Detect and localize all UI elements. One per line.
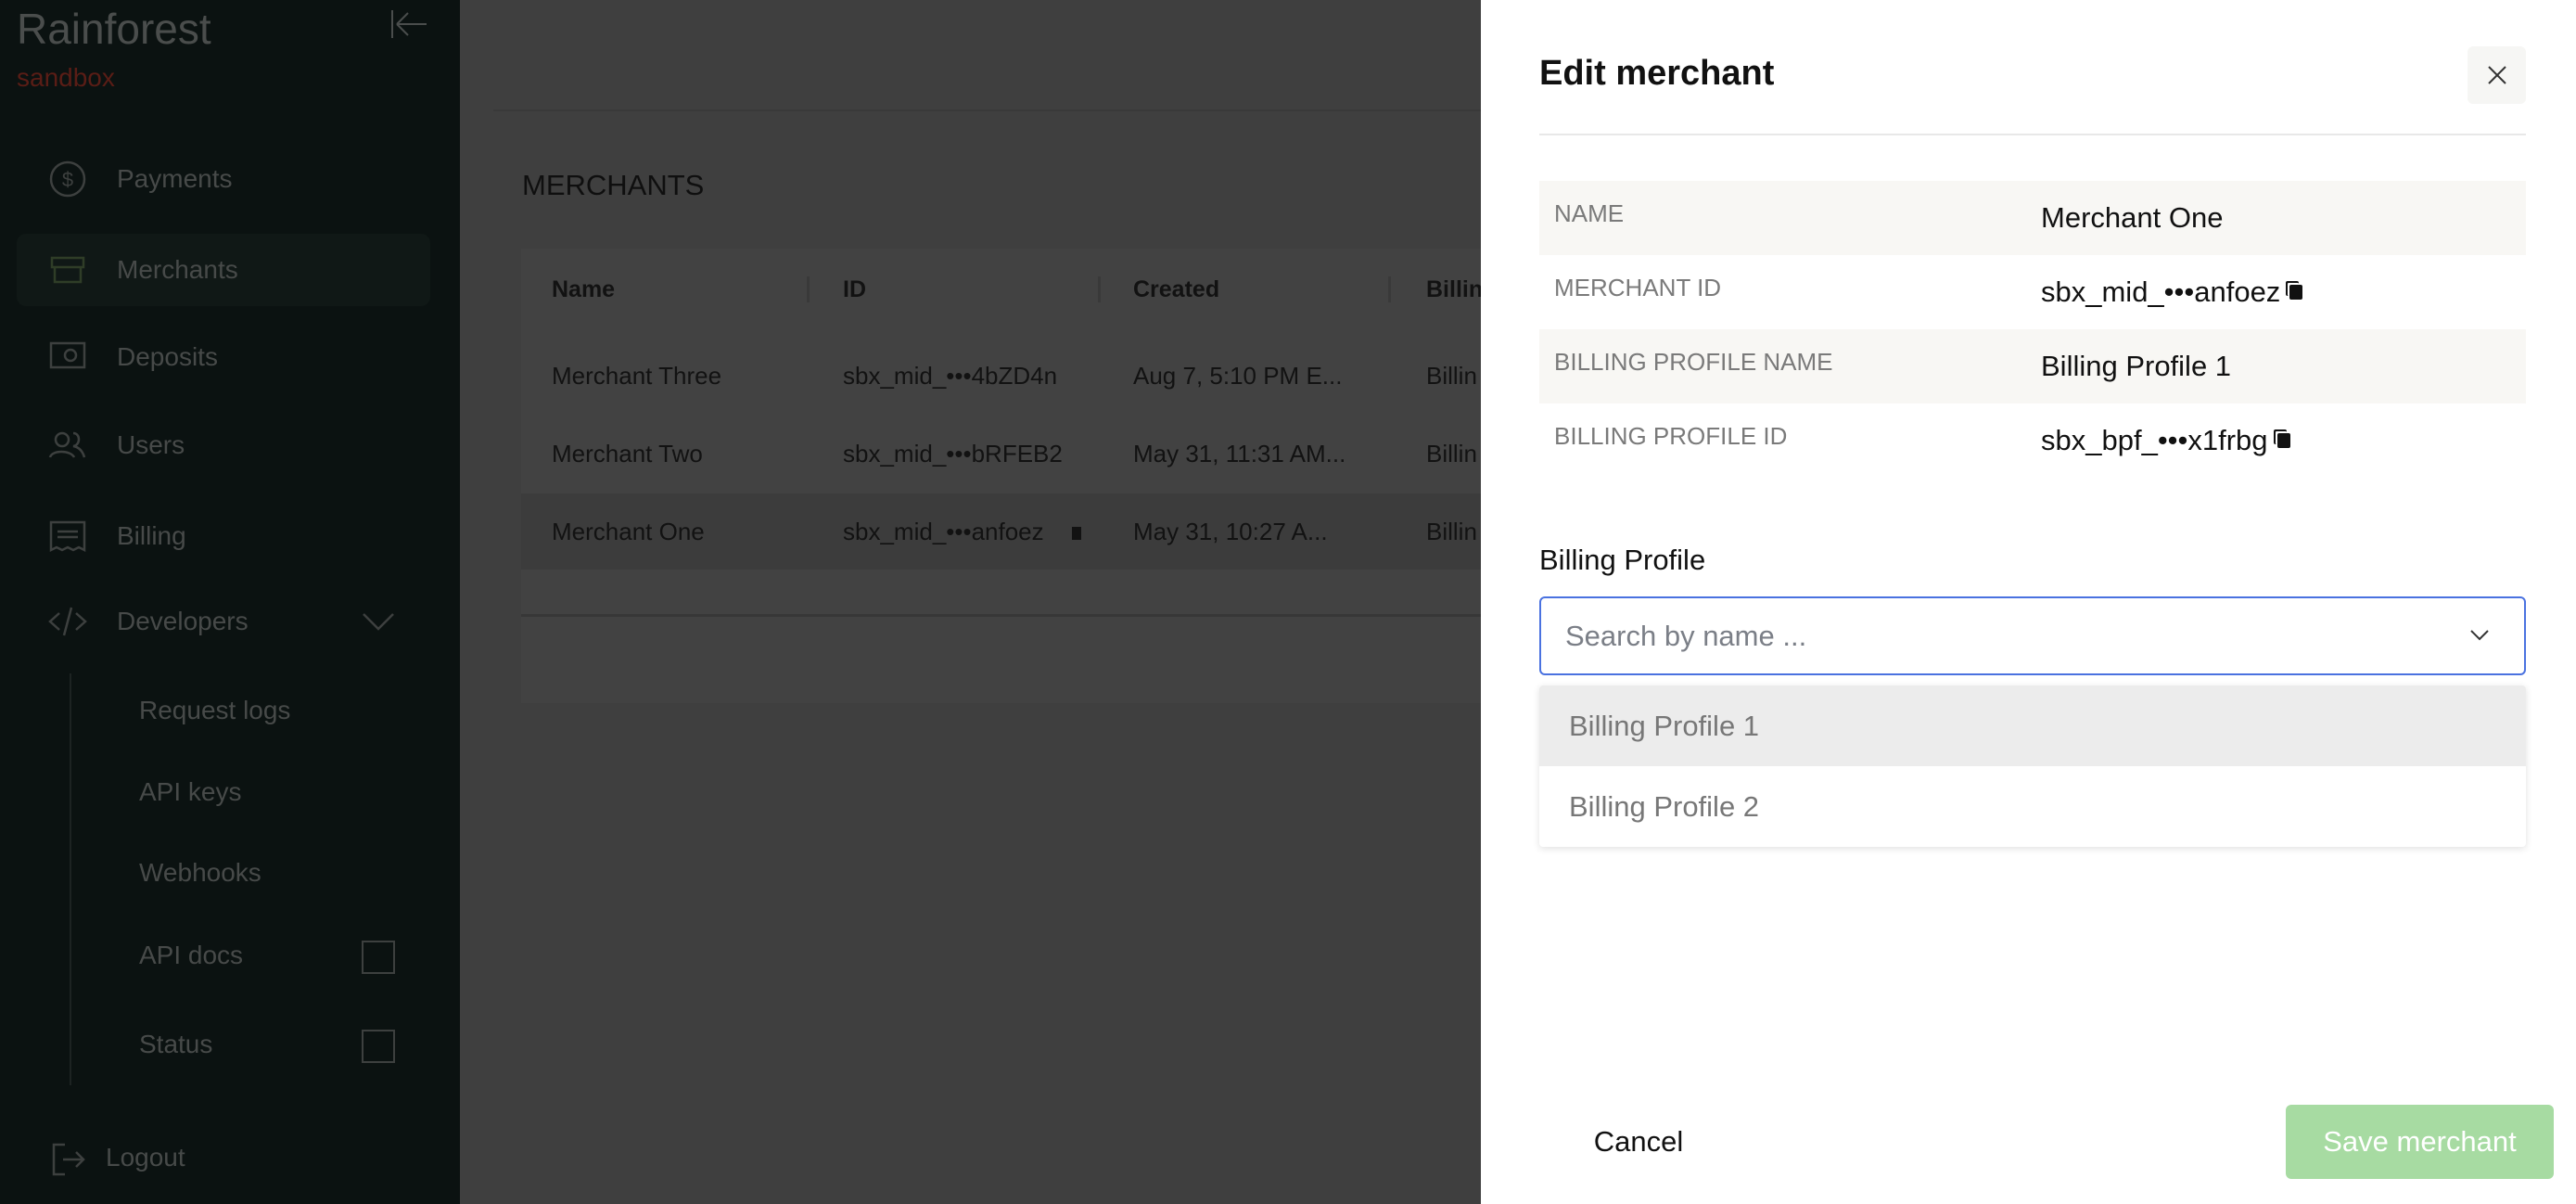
- detail-row-merchant-id: MERCHANT ID sbx_mid_•••anfoez: [1539, 255, 2526, 329]
- option-billing-profile-1[interactable]: Billing Profile 1: [1539, 685, 2526, 766]
- sidebar-item-status[interactable]: Status: [139, 1030, 417, 1067]
- cell-billing: Billin: [1426, 440, 1477, 468]
- sidebar-item-merchants[interactable]: Merchants: [17, 234, 430, 306]
- detail-value: Merchant One: [2041, 201, 2224, 234]
- sidebar: Rainforest sandbox $ Payments Merchants …: [0, 0, 460, 1204]
- table-row[interactable]: Merchant Two sbx_mid_•••bRFEB2 May 31, 1…: [521, 416, 1481, 492]
- detail-row-billing-profile-id: BILLING PROFILE ID sbx_bpf_•••x1frbg: [1539, 403, 2526, 478]
- sidebar-item-label: API docs: [139, 941, 244, 969]
- sidebar-item-api-keys[interactable]: API keys: [139, 777, 241, 807]
- submenu-line: [70, 673, 71, 1085]
- sidebar-item-label: Users: [117, 430, 185, 459]
- chevron-down-icon[interactable]: [360, 610, 397, 633]
- logout-label: Logout: [106, 1143, 185, 1172]
- detail-label: BILLING PROFILE NAME: [1554, 348, 1833, 376]
- column-header-id[interactable]: ID: [843, 276, 866, 303]
- storefront-icon: [50, 256, 85, 284]
- table-footer-divider: [521, 614, 1481, 617]
- svg-text:$: $: [62, 168, 73, 191]
- sidebar-item-request-logs[interactable]: Request logs: [139, 696, 290, 725]
- sidebar-item-label: Billing: [117, 521, 186, 550]
- sidebar-item-label: Payments: [117, 164, 233, 193]
- option-billing-profile-2[interactable]: Billing Profile 2: [1539, 766, 2526, 847]
- sidebar-item-label: Status: [139, 1030, 213, 1058]
- close-icon: [2487, 66, 2506, 84]
- header-divider: [493, 109, 1481, 111]
- edit-merchant-panel: Edit merchant NAME Merchant One MERCHANT…: [1481, 0, 2576, 1204]
- safe-icon: [49, 341, 86, 369]
- detail-value: sbx_mid_•••anfoez: [2041, 275, 2281, 308]
- column-separator: [807, 276, 810, 302]
- cell-id: sbx_mid_•••bRFEB2: [843, 440, 1063, 468]
- detail-row-billing-profile-name: BILLING PROFILE NAME Billing Profile 1: [1539, 329, 2526, 403]
- copy-icon[interactable]: [1072, 527, 1081, 540]
- sidebar-item-api-docs[interactable]: API docs: [139, 941, 417, 978]
- collapse-sidebar-icon[interactable]: [389, 7, 428, 41]
- cell-name: Merchant Two: [552, 440, 703, 468]
- sidebar-item-label: Merchants: [117, 255, 238, 284]
- billing-profile-options: Billing Profile 1 Billing Profile 2: [1539, 685, 2526, 847]
- cell-created: Aug 7, 5:10 PM E...: [1133, 362, 1343, 390]
- title-divider: [1539, 134, 2526, 135]
- external-link-icon: [362, 1030, 395, 1063]
- merchants-table: Name ID Created Billin Merchant Three sb…: [521, 249, 1483, 703]
- cell-id: sbx_mid_•••anfoez: [843, 518, 1044, 545]
- column-header-name[interactable]: Name: [552, 276, 615, 303]
- billing-profile-label: Billing Profile: [1539, 544, 1706, 576]
- detail-label: BILLING PROFILE ID: [1554, 422, 1788, 450]
- sidebar-item-payments[interactable]: $ Payments: [17, 143, 430, 215]
- dollar-circle-icon: $: [49, 160, 86, 198]
- detail-value: Billing Profile 1: [2041, 350, 2232, 382]
- cell-name: Merchant Three: [552, 362, 722, 390]
- column-header-created[interactable]: Created: [1133, 276, 1219, 303]
- cell-billing: Billin: [1426, 518, 1477, 545]
- page-title: MERCHANTS: [522, 169, 705, 201]
- cell-created: May 31, 11:31 AM...: [1133, 440, 1346, 468]
- column-header-billing[interactable]: Billin: [1426, 276, 1483, 303]
- table-row[interactable]: Merchant Three sbx_mid_•••4bZD4n Aug 7, …: [521, 338, 1481, 414]
- cell-created: May 31, 10:27 A...: [1133, 518, 1328, 545]
- logo: Rainforest: [17, 5, 211, 53]
- receipt-icon: [49, 520, 86, 553]
- cell-billing: Billin: [1426, 362, 1477, 390]
- detail-label: NAME: [1554, 199, 1625, 227]
- cancel-button[interactable]: Cancel: [1564, 1105, 1713, 1179]
- sidebar-item-label: Deposits: [117, 342, 218, 371]
- detail-label: MERCHANT ID: [1554, 274, 1722, 301]
- detail-row-name: NAME Merchant One: [1539, 181, 2526, 255]
- save-merchant-button[interactable]: Save merchant: [2286, 1105, 2554, 1179]
- external-link-icon: [362, 941, 395, 974]
- sidebar-item-users[interactable]: Users: [17, 409, 430, 481]
- chevron-down-icon[interactable]: [2468, 626, 2491, 645]
- copy-icon[interactable]: [2289, 285, 2303, 300]
- logout-icon: [52, 1143, 85, 1176]
- sidebar-item-deposits[interactable]: Deposits: [17, 321, 430, 393]
- main-content: MERCHANTS Name ID Created Billin Merchan…: [460, 0, 1483, 1204]
- column-separator: [1388, 276, 1391, 302]
- code-icon: [48, 607, 87, 636]
- column-separator: [1098, 276, 1101, 302]
- sidebar-item-billing[interactable]: Billing: [17, 500, 430, 572]
- detail-value: sbx_bpf_•••x1frbg: [2041, 424, 2268, 456]
- cell-id: sbx_mid_•••4bZD4n: [843, 362, 1058, 390]
- billing-profile-search-input[interactable]: [1565, 615, 2400, 658]
- close-button[interactable]: [2468, 46, 2526, 104]
- sidebar-item-developers[interactable]: Developers: [17, 585, 430, 658]
- logout-button[interactable]: Logout: [50, 1139, 236, 1180]
- table-row[interactable]: Merchant One sbx_mid_•••anfoez May 31, 1…: [521, 493, 1481, 570]
- panel-title: Edit merchant: [1539, 54, 1775, 93]
- sidebar-item-webhooks[interactable]: Webhooks: [139, 858, 261, 888]
- users-icon: [48, 431, 86, 458]
- environment-label: sandbox: [17, 63, 115, 92]
- copy-icon[interactable]: [2276, 433, 2290, 448]
- billing-profile-combobox[interactable]: [1539, 596, 2526, 675]
- cell-name: Merchant One: [552, 518, 705, 545]
- sidebar-item-label: Developers: [117, 607, 249, 635]
